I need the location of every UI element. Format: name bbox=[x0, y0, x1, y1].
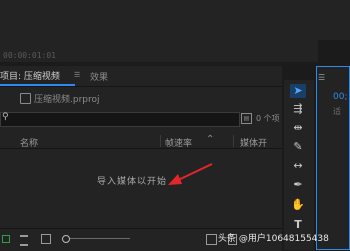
list-view-icon[interactable] bbox=[20, 235, 28, 246]
program-fit-label[interactable]: 适 bbox=[333, 106, 341, 117]
project-file-name: 压缩视频.prproj bbox=[34, 95, 100, 105]
hamburger-icon[interactable]: ☰ bbox=[74, 71, 80, 79]
icon-view-icon[interactable] bbox=[41, 234, 51, 244]
type-tool-icon[interactable]: T bbox=[290, 218, 306, 232]
column-header-media-start[interactable]: 媒体开 bbox=[240, 136, 267, 149]
item-count: 0 个项 bbox=[256, 114, 280, 123]
watermark: 头条 @用户10648155438 bbox=[218, 234, 329, 244]
column-divider[interactable] bbox=[233, 135, 234, 147]
selection-tool-icon[interactable]: ➤ bbox=[290, 84, 306, 98]
active-tab-indicator bbox=[0, 84, 75, 86]
zoom-slider-track[interactable] bbox=[70, 238, 130, 239]
source-timecode: 00:00:01:01 bbox=[3, 51, 56, 60]
project-file-icon bbox=[20, 93, 31, 104]
column-header-fps[interactable]: 帧速率 bbox=[165, 136, 192, 149]
new-bin-from-search-icon[interactable]: ▤ bbox=[241, 113, 252, 124]
write-lock-icon[interactable] bbox=[2, 235, 10, 243]
search-icon: ⚲ bbox=[2, 112, 9, 122]
new-item-icon[interactable] bbox=[206, 234, 217, 245]
program-monitor-header bbox=[318, 0, 350, 40]
red-arrow-annotation bbox=[168, 163, 213, 185]
sort-chevron-icon[interactable]: ⌃ bbox=[206, 134, 214, 145]
ripple-edit-tool-icon[interactable]: ⇹ bbox=[290, 121, 306, 135]
track-select-tool-icon[interactable]: ⇶ bbox=[290, 102, 306, 116]
hand-tool-icon[interactable]: ✋ bbox=[290, 198, 306, 212]
tab-project[interactable]: 项目: 压缩视频 bbox=[0, 69, 60, 82]
razor-tool-icon[interactable]: ✎ bbox=[290, 140, 306, 154]
tab-effects[interactable]: 效果 bbox=[90, 70, 108, 83]
pen-tool-icon[interactable]: ✒ bbox=[290, 178, 306, 192]
search-input[interactable] bbox=[0, 112, 240, 127]
zoom-slider-handle[interactable] bbox=[62, 235, 70, 243]
column-divider[interactable] bbox=[160, 135, 161, 147]
slip-tool-icon[interactable]: ↔ bbox=[290, 159, 306, 173]
column-header-name[interactable]: 名称 bbox=[20, 136, 38, 149]
empty-state-message[interactable]: 导入媒体以开始 bbox=[97, 174, 167, 187]
program-timecode: 00; bbox=[333, 92, 348, 102]
program-panel-menu-icon[interactable]: ☰ bbox=[318, 73, 325, 82]
